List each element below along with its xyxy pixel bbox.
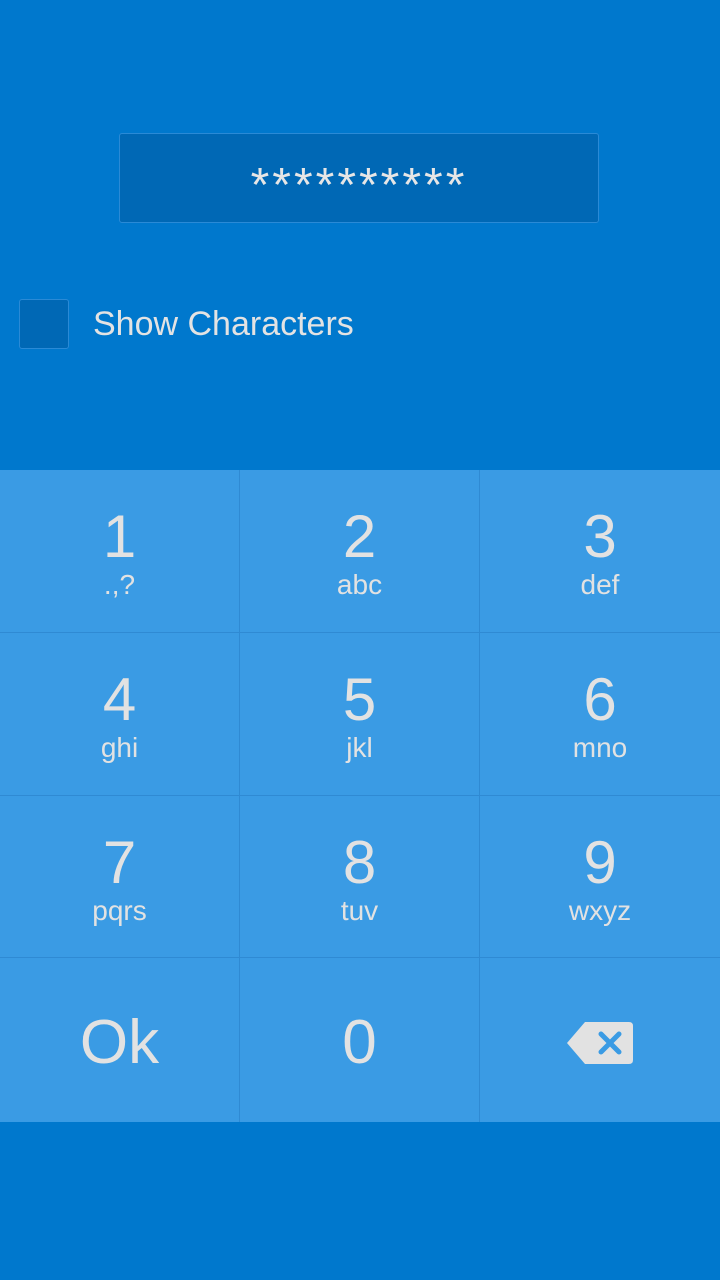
password-input[interactable]: ********** — [119, 133, 599, 223]
password-masked-value: ********** — [250, 158, 468, 212]
key-letters: ghi — [100, 732, 139, 763]
key-0[interactable]: 0 — [239, 958, 479, 1122]
key-digit: 3 — [583, 503, 617, 570]
key-5[interactable]: 5 jkl — [239, 633, 479, 795]
key-letters: def — [580, 569, 620, 600]
ok-button[interactable]: Ok — [0, 958, 239, 1122]
backspace-button[interactable] — [479, 958, 720, 1122]
key-9[interactable]: 9 wxyz — [479, 796, 720, 957]
key-2[interactable]: 2 abc — [239, 470, 479, 632]
key-8[interactable]: 8 tuv — [239, 796, 479, 957]
key-digit: 9 — [583, 828, 617, 896]
key-4[interactable]: 4 ghi — [0, 633, 239, 795]
key-digit: 8 — [342, 828, 377, 896]
key-digit: 5 — [342, 666, 377, 733]
show-characters-label: Show Characters — [93, 304, 354, 343]
key-digit: 6 — [583, 666, 617, 733]
key-letters: pqrs — [92, 894, 147, 926]
key-digit: 7 — [102, 828, 137, 896]
key-1[interactable]: 1 .,? — [0, 470, 239, 632]
key-digit: 0 — [342, 1008, 377, 1077]
key-digit: 2 — [342, 503, 377, 570]
key-letters: wxyz — [568, 894, 632, 926]
key-digit: 1 — [102, 503, 137, 570]
key-digit: 4 — [102, 666, 137, 733]
numeric-keypad: 1 .,? 2 abc 3 def 4 ghi 5 jkl 6 mno 7 pq… — [0, 470, 720, 1122]
ok-label: Ok — [79, 1008, 160, 1077]
key-letters: tuv — [340, 894, 379, 926]
key-letters: jkl — [346, 732, 373, 763]
show-characters-row[interactable]: Show Characters — [19, 298, 354, 350]
key-letters: abc — [336, 569, 383, 600]
key-6[interactable]: 6 mno — [479, 633, 720, 795]
key-7[interactable]: 7 pqrs — [0, 796, 239, 957]
show-characters-checkbox[interactable] — [19, 299, 69, 349]
key-3[interactable]: 3 def — [479, 470, 720, 632]
key-letters: mno — [572, 732, 628, 763]
key-letters: .,? — [103, 569, 136, 600]
backspace-icon — [567, 1022, 633, 1064]
